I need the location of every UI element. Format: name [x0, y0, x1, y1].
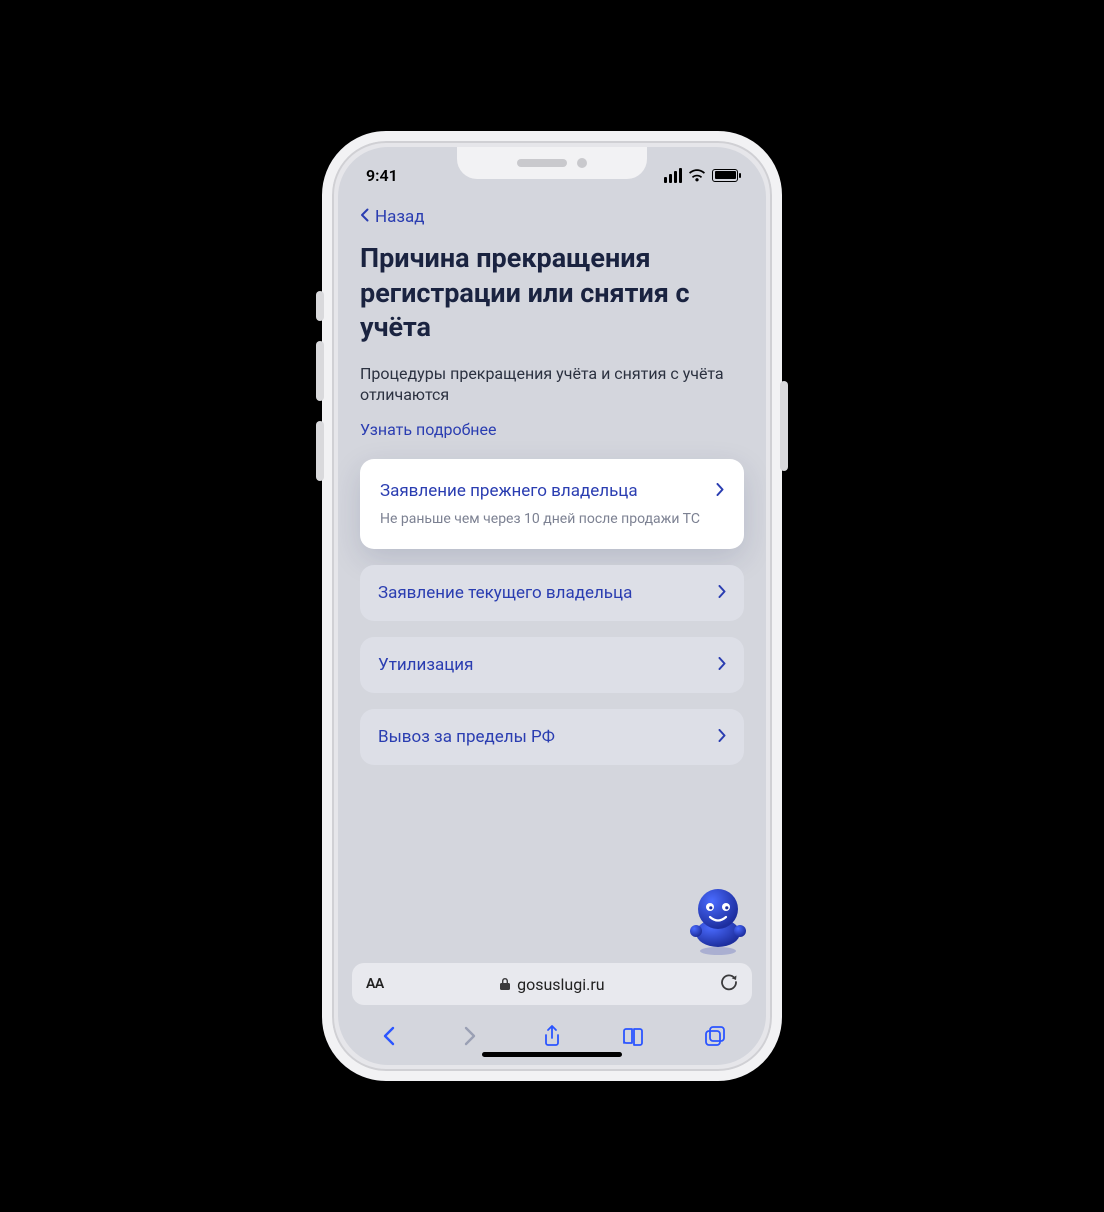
- chevron-right-icon: [718, 727, 726, 746]
- chevron-right-icon: [718, 655, 726, 674]
- page-title: Причина прекращения регистрации или снят…: [360, 241, 744, 363]
- battery-icon: [712, 169, 738, 182]
- reload-button[interactable]: [720, 973, 738, 996]
- chevron-left-icon: [360, 208, 369, 226]
- option-label: Заявление текущего владельца: [378, 583, 632, 603]
- home-indicator[interactable]: [482, 1052, 622, 1057]
- option-export[interactable]: Вывоз за пределы РФ: [360, 709, 744, 765]
- lock-icon: [499, 977, 511, 991]
- url-display[interactable]: gosuslugi.ru: [499, 975, 605, 994]
- status-time: 9:41: [366, 166, 398, 185]
- option-label: Заявление прежнего владельца: [380, 481, 638, 501]
- chevron-right-icon: [716, 481, 724, 500]
- status-icons: [664, 168, 738, 183]
- text-size-button[interactable]: AA: [366, 976, 384, 992]
- option-label: Утилизация: [378, 655, 473, 675]
- phone-mockup: 9:41 Назад Причина прекращения регистрац…: [322, 131, 782, 1081]
- back-label: Назад: [375, 207, 425, 227]
- volume-down-button: [316, 421, 324, 481]
- power-button: [780, 381, 788, 471]
- wifi-icon: [688, 169, 706, 182]
- cellular-signal-icon: [664, 168, 682, 183]
- mute-switch: [316, 291, 324, 321]
- volume-up-button: [316, 341, 324, 401]
- option-previous-owner[interactable]: Заявление прежнего владельца Не раньше ч…: [360, 459, 744, 549]
- browser-address-bar[interactable]: AA gosuslugi.ru: [352, 963, 752, 1005]
- url-text: gosuslugi.ru: [517, 975, 605, 994]
- option-current-owner[interactable]: Заявление текущего владельца: [360, 565, 744, 621]
- option-disposal[interactable]: Утилизация: [360, 637, 744, 693]
- page-subtitle: Процедуры прекращения учёта и снятия с у…: [360, 363, 744, 420]
- browser-back-button[interactable]: [367, 1014, 411, 1058]
- notch: [457, 147, 647, 179]
- assistant-bot-icon[interactable]: [686, 885, 750, 957]
- learn-more-link[interactable]: Узнать подробнее: [360, 420, 744, 459]
- chevron-right-icon: [718, 583, 726, 602]
- option-sublabel: Не раньше чем через 10 дней после продаж…: [380, 501, 724, 527]
- screen: 9:41 Назад Причина прекращения регистрац…: [338, 147, 766, 1065]
- page-content: Назад Причина прекращения регистрации ил…: [338, 193, 766, 963]
- browser-tabs-button[interactable]: [693, 1014, 737, 1058]
- option-label: Вывоз за пределы РФ: [378, 727, 555, 747]
- back-button[interactable]: Назад: [360, 201, 744, 241]
